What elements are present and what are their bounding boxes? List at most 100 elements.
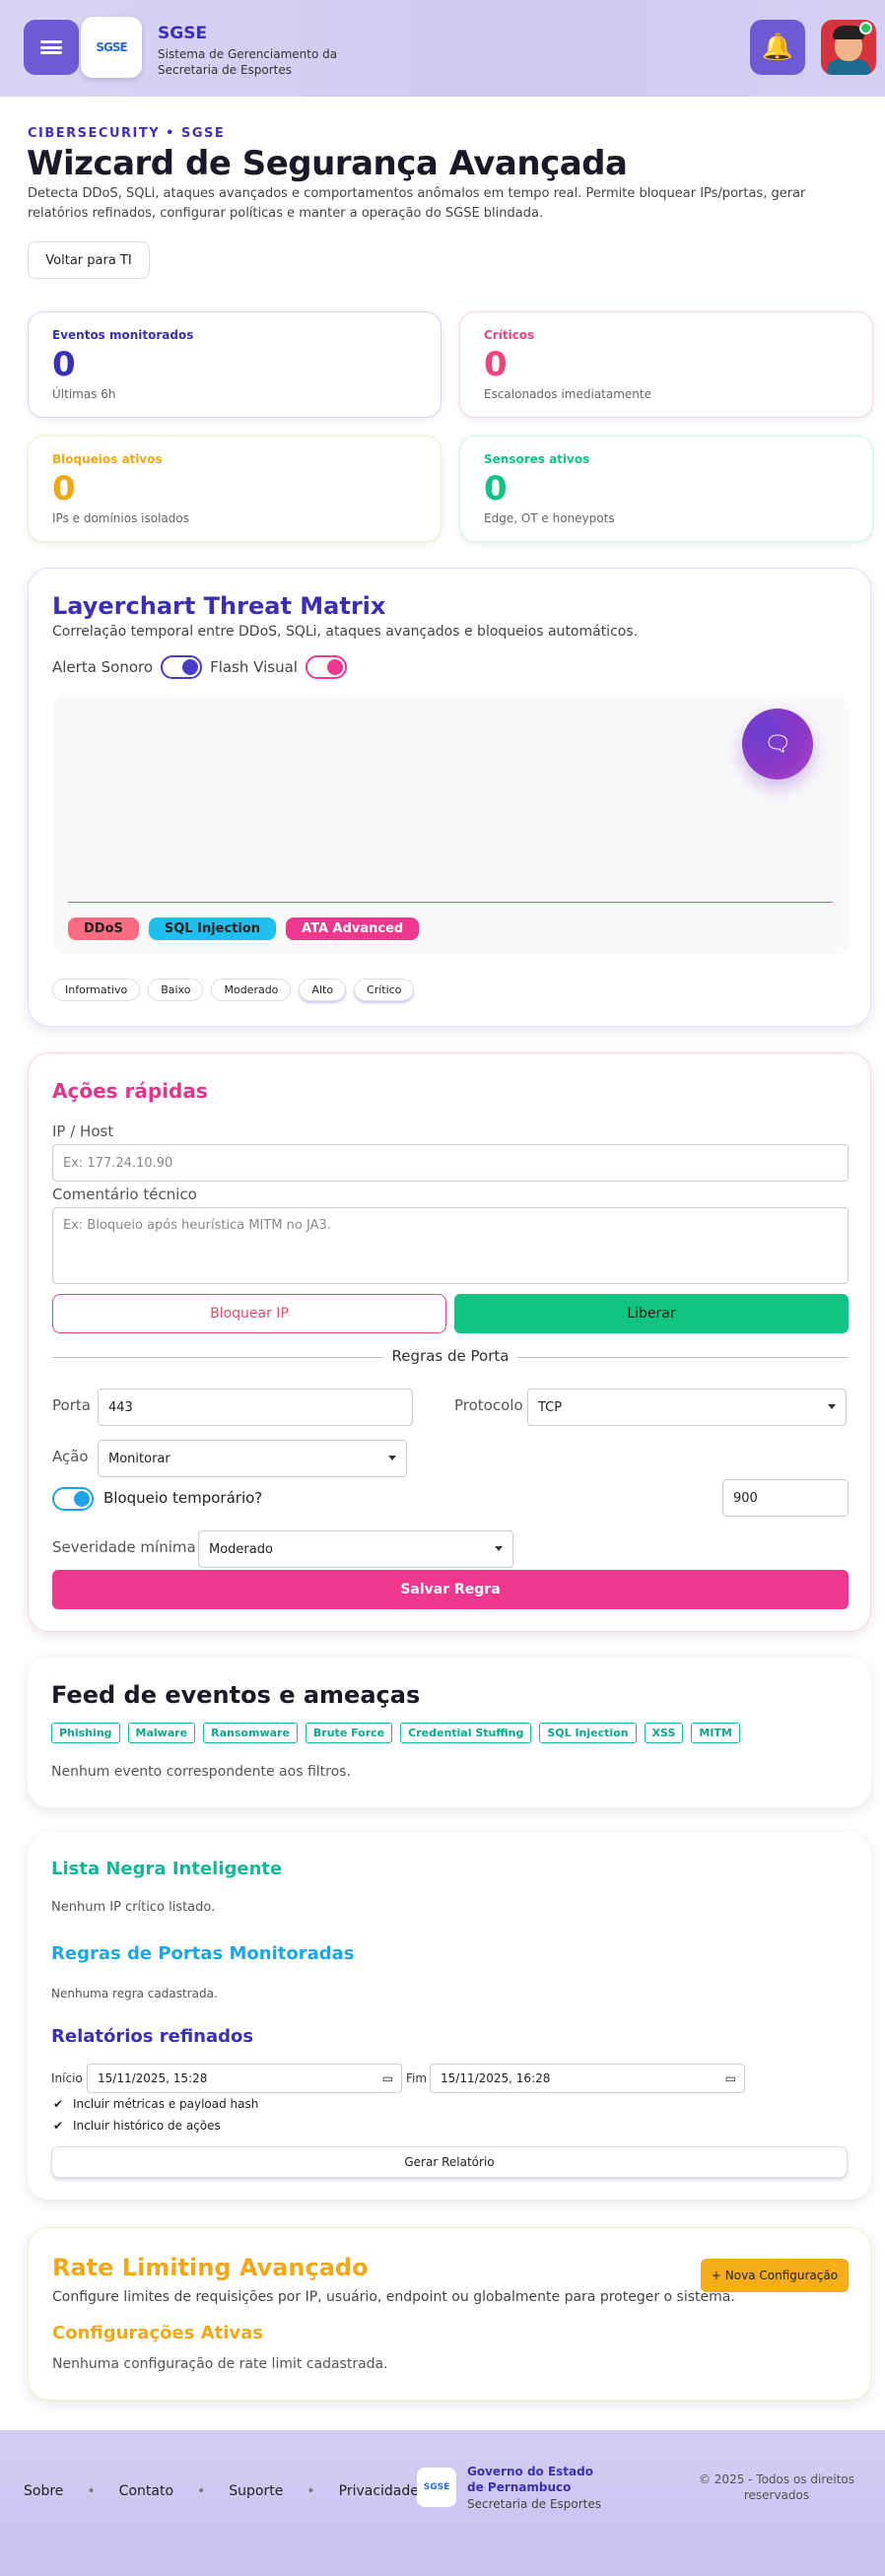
end-datetime-input[interactable]: 15/11/2025, 16:28 ▭ — [430, 2064, 745, 2093]
protocol-label: Protocolo — [454, 1396, 523, 1414]
chevron-down-icon — [495, 1546, 503, 1551]
end-label: Fim — [406, 2071, 428, 2085]
end-value: 15/11/2025, 16:28 — [441, 2071, 551, 2085]
port-rules-label: Regras de Porta — [383, 1347, 517, 1365]
temp-block-toggle[interactable] — [52, 1487, 94, 1511]
menu-button[interactable] — [24, 20, 79, 75]
port-label: Porta — [52, 1396, 91, 1414]
footer-links: Sobre • Contato • Suporte • Privacidade — [24, 2483, 419, 2499]
footer-link-sobre[interactable]: Sobre — [24, 2483, 63, 2499]
chat-button[interactable]: 🗨 — [742, 709, 813, 780]
stat-label: Eventos monitorados — [52, 328, 194, 342]
footer-org-name: Governo do Estado de Pernambuco — [467, 2465, 593, 2494]
threat-feed-card: Feed de eventos e ameaças Phishing Malwa… — [28, 1658, 871, 1807]
page-kicker: CIBERSECURITY • SGSE — [28, 126, 226, 141]
alert-sound-toggle[interactable] — [161, 655, 203, 679]
include-metrics-label: Incluir métricas e payload hash — [73, 2097, 259, 2111]
back-to-ti-button[interactable]: Voltar para TI — [28, 241, 150, 279]
footer-logo-text: SGSE — [423, 2482, 450, 2492]
tag-xss[interactable]: XSS — [644, 1723, 684, 1743]
notifications-button[interactable]: 🔔 — [750, 20, 805, 75]
threat-chart-area: 🗨 DDoS SQL Injection ATA Advanced — [52, 695, 849, 955]
alert-toggles: Alerta Sonoro Flash Visual — [52, 655, 355, 679]
new-config-button[interactable]: + Nova Configuração — [701, 2259, 849, 2292]
comment-textarea[interactable]: Ex: Bloqueio após heurística MITM no JA3… — [52, 1207, 849, 1284]
include-history-label: Incluir histórico de ações — [73, 2119, 221, 2133]
generate-report-button[interactable]: Gerar Relatório — [51, 2146, 848, 2178]
footer-link-contato[interactable]: Contato — [119, 2483, 173, 2499]
chevron-down-icon — [828, 1404, 836, 1409]
chevron-down-icon — [388, 1456, 396, 1460]
calendar-icon: ▭ — [381, 2071, 393, 2085]
tag-malware[interactable]: Malware — [127, 1723, 196, 1743]
legend-ata-advanced[interactable]: ATA Advanced — [286, 917, 420, 940]
flash-visual-label: Flash Visual — [210, 658, 298, 676]
temp-block-seconds-input[interactable]: 900 — [722, 1479, 849, 1517]
rate-limit-card: Rate Limiting Avançado Configure limites… — [28, 2227, 871, 2401]
release-button[interactable]: Liberar — [454, 1294, 849, 1333]
lists-reports-card: Lista Negra Inteligente Nenhum IP crític… — [28, 1833, 871, 2200]
threat-matrix-title: Layerchart Threat Matrix — [52, 592, 386, 620]
feed-tag-filters: Phishing Malware Ransomware Brute Force … — [51, 1723, 740, 1743]
stat-sub: Escalonados imediatamente — [484, 387, 651, 401]
stat-card-events: Eventos monitorados 0 Últimas 6h — [28, 311, 442, 418]
page-description: Detecta DDoS, SQLi, ataques avançados e … — [28, 186, 806, 221]
severity-filter-alto[interactable]: Alto — [299, 979, 347, 1001]
app-logo[interactable]: SGSE — [81, 17, 142, 78]
stat-card-sensors: Sensores ativos 0 Edge, OT e honeypots — [459, 436, 873, 542]
tag-ransomware[interactable]: Ransomware — [203, 1723, 298, 1743]
severity-filter-critico[interactable]: Crítico — [354, 979, 415, 1001]
tag-sql-injection[interactable]: SQL Injection — [539, 1723, 637, 1743]
tag-credential-stuffing[interactable]: Credential Stuffing — [400, 1723, 532, 1743]
checkmark-icon: ✔ — [52, 2119, 64, 2133]
rate-limit-empty: Nenhuma configuração de rate limit cadas… — [52, 2356, 388, 2372]
min-severity-select[interactable]: Moderado — [198, 1530, 513, 1568]
legend-sql-injection[interactable]: SQL Injection — [148, 917, 277, 940]
port-rules-title: Regras de Portas Monitoradas — [51, 1943, 355, 1964]
stat-label: Bloqueios ativos — [52, 452, 163, 466]
page-title: Wizcard de Segurança Avançada — [27, 144, 628, 183]
action-select[interactable]: Monitorar — [98, 1440, 407, 1477]
severity-filter-baixo[interactable]: Baixo — [148, 979, 204, 1001]
footer-link-suporte[interactable]: Suporte — [229, 2483, 283, 2499]
blacklist-title: Lista Negra Inteligente — [51, 1859, 283, 1879]
start-label: Início — [51, 2071, 83, 2085]
temp-block-label: Bloqueio temporário? — [103, 1489, 263, 1507]
stat-card-blocks: Bloqueios ativos 0 IPs e domínios isolad… — [28, 436, 442, 542]
quick-actions-title: Ações rápidas — [52, 1079, 208, 1103]
severity-filter-moderado[interactable]: Moderado — [211, 979, 292, 1001]
active-configs-title: Configurações Ativas — [52, 2323, 263, 2343]
legend-ddos[interactable]: DDoS — [68, 917, 139, 940]
calendar-icon: ▭ — [724, 2071, 736, 2085]
footer-link-privacidade[interactable]: Privacidade — [339, 2483, 419, 2499]
threat-matrix-description: Correlação temporal entre DDoS, SQLi, at… — [52, 624, 639, 640]
top-header: SGSE SGSE Sistema de Gerenciamento da Se… — [0, 0, 885, 97]
start-datetime-input[interactable]: 15/11/2025, 15:28 ▭ — [87, 2064, 402, 2093]
block-ip-button[interactable]: Bloquear IP — [52, 1294, 446, 1333]
tag-mitm[interactable]: MITM — [691, 1723, 740, 1743]
reports-title: Relatórios refinados — [51, 2026, 254, 2047]
protocol-select[interactable]: TCP — [527, 1389, 847, 1426]
port-input[interactable]: 443 — [98, 1389, 413, 1426]
chat-icon: 🗨 — [764, 731, 791, 757]
stat-value: 0 — [52, 469, 76, 508]
protocol-value: TCP — [538, 1399, 563, 1415]
copyright: © 2025 - Todos os direitos reservados — [698, 2473, 854, 2502]
tag-phishing[interactable]: Phishing — [51, 1723, 120, 1743]
stat-value: 0 — [484, 469, 508, 508]
app-name: SGSE — [158, 24, 208, 43]
blacklist-empty: Nenhum IP crítico listado. — [51, 1900, 216, 1915]
include-metrics-checkbox[interactable]: ✔ Incluir métricas e payload hash — [51, 2097, 258, 2111]
flash-visual-toggle[interactable] — [305, 655, 347, 679]
severity-filter-informativo[interactable]: Informativo — [52, 979, 141, 1001]
min-severity-value: Moderado — [209, 1541, 273, 1557]
ip-input[interactable]: Ex: 177.24.10.90 — [52, 1144, 849, 1182]
save-rule-button[interactable]: Salvar Regra — [52, 1570, 849, 1609]
stat-card-critical: Críticos 0 Escalonados imediatamente — [459, 311, 873, 418]
include-history-checkbox[interactable]: ✔ Incluir histórico de ações — [51, 2119, 221, 2133]
stat-label: Sensores ativos — [484, 452, 590, 466]
feed-empty-message: Nenhum evento correspondente aos filtros… — [51, 1764, 351, 1780]
stat-sub: Edge, OT e honeypots — [484, 511, 615, 525]
start-value: 15/11/2025, 15:28 — [98, 2071, 208, 2085]
tag-brute-force[interactable]: Brute Force — [305, 1723, 393, 1743]
